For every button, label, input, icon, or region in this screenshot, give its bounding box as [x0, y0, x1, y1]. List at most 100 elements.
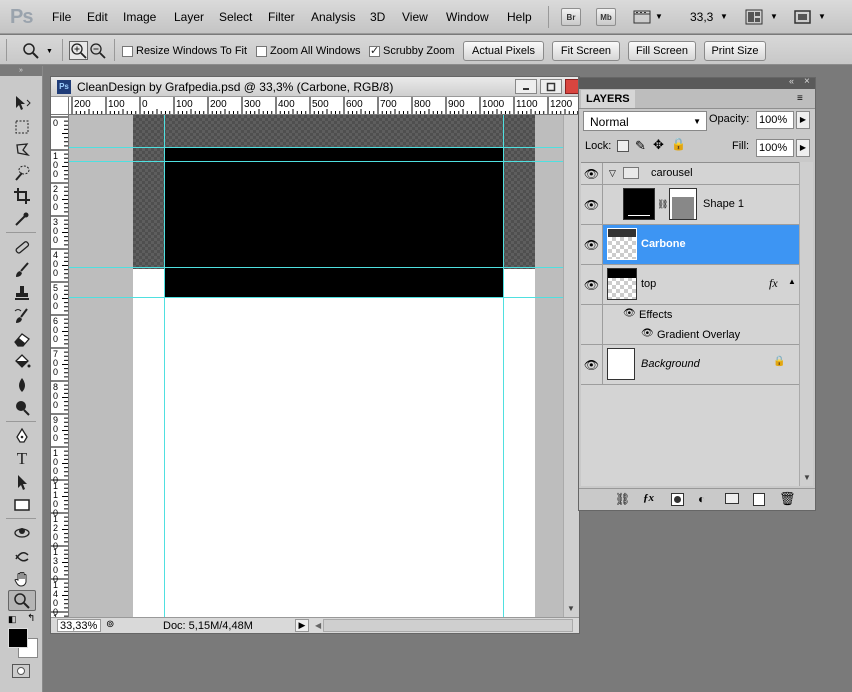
- add-mask-icon[interactable]: [671, 493, 684, 506]
- default-colors-icon[interactable]: ◧: [8, 614, 17, 625]
- layer-row-carousel[interactable]: 👁 ▽ carousel: [581, 163, 801, 185]
- horizontal-scrollbar[interactable]: [323, 619, 573, 632]
- adjustment-layer-icon[interactable]: ◐: [698, 492, 705, 506]
- menu-layer[interactable]: Layer: [174, 10, 204, 24]
- visibility-eye-icon[interactable]: 👁: [641, 328, 654, 339]
- zoom-tool-icon[interactable]: [8, 590, 36, 611]
- 3d-rotate-tool-icon[interactable]: [8, 522, 36, 543]
- marquee-tool-icon[interactable]: [8, 116, 36, 137]
- actual-pixels-button[interactable]: Actual Pixels: [463, 41, 544, 61]
- history-brush-tool-icon[interactable]: [8, 305, 36, 326]
- panel-header-strip[interactable]: « ×: [579, 76, 815, 89]
- fill-screen-button[interactable]: Fill Screen: [628, 41, 696, 61]
- layer-row-top[interactable]: 👁 top fx ▲: [581, 265, 801, 305]
- layer-row-background[interactable]: 👁 Background 🔒: [581, 345, 801, 385]
- checkbox-box[interactable]: [256, 45, 267, 57]
- canvas-area[interactable]: ▼: [69, 115, 579, 617]
- layer-row-shape-1[interactable]: 👁 ⛓ Shape 1: [581, 185, 801, 225]
- spot-healing-tool-icon[interactable]: [8, 236, 36, 257]
- new-group-icon[interactable]: [725, 493, 739, 504]
- horizontal-guide[interactable]: [69, 267, 579, 268]
- eyedropper-tool-icon[interactable]: [8, 208, 36, 229]
- menu-help[interactable]: Help: [507, 10, 532, 24]
- dodge-tool-icon[interactable]: [8, 397, 36, 418]
- document-title-bar[interactable]: Ps CleanDesign by Grafpedia.psd @ 33,3% …: [51, 77, 579, 97]
- maximize-button[interactable]: [540, 79, 562, 94]
- chevron-down-icon[interactable]: ▼: [46, 48, 53, 55]
- chevron-down-icon[interactable]: ▼: [770, 12, 778, 21]
- visibility-eye-icon[interactable]: 👁: [581, 225, 603, 264]
- paint-bucket-tool-icon[interactable]: [8, 351, 36, 372]
- scroll-down-icon[interactable]: ▼: [803, 473, 811, 482]
- minibridge-button[interactable]: Mb: [596, 8, 616, 26]
- menu-view[interactable]: View: [402, 10, 428, 24]
- menu-analysis[interactable]: Analysis: [311, 10, 356, 24]
- lock-image-icon[interactable]: ✎: [635, 138, 646, 154]
- effects-toggle-icon[interactable]: ▲: [788, 277, 796, 286]
- zoom-out-icon[interactable]: [89, 42, 107, 60]
- menu-window[interactable]: Window: [446, 10, 489, 24]
- vertical-ruler[interactable]: 0100200300400500600700800900100011001200…: [51, 115, 69, 617]
- hand-tool-icon[interactable]: [8, 568, 36, 589]
- link-icon[interactable]: ⛓: [657, 199, 668, 210]
- vertical-guide[interactable]: [164, 115, 165, 617]
- visibility-eye-icon[interactable]: 👁: [581, 265, 603, 304]
- tools-collapse-icon[interactable]: »: [0, 66, 42, 76]
- visibility-eye-icon[interactable]: 👁: [581, 345, 603, 384]
- menu-3d[interactable]: 3D: [370, 10, 385, 24]
- layer-row-gradient-overlay[interactable]: 👁 Gradient Overlay: [581, 325, 801, 345]
- visibility-eye-icon[interactable]: 👁: [581, 185, 603, 224]
- foreground-color-swatch[interactable]: [8, 628, 28, 648]
- menu-edit[interactable]: Edit: [87, 10, 108, 24]
- close-button[interactable]: [565, 79, 579, 94]
- layer-effects-fx-icon[interactable]: fx: [769, 276, 778, 291]
- bridge-button[interactable]: Br: [561, 8, 581, 26]
- visibility-eye-icon[interactable]: 👁: [623, 308, 636, 319]
- chevron-down-icon[interactable]: ▼: [655, 12, 663, 21]
- layers-tab[interactable]: LAYERS: [581, 90, 635, 108]
- print-size-button[interactable]: Print Size: [704, 41, 766, 61]
- lock-position-icon[interactable]: ✥: [653, 137, 664, 153]
- scrubby-zoom-checkbox[interactable]: Scrubby Zoom: [369, 43, 455, 59]
- group-expand-icon[interactable]: ▽: [609, 168, 616, 179]
- ruler-origin[interactable]: [51, 97, 69, 115]
- layers-scrollbar[interactable]: ▼: [799, 162, 813, 486]
- scroll-left-icon[interactable]: ◀: [315, 621, 321, 630]
- horizontal-ruler[interactable]: 200 100 0 100 200 300 400 500 600 700 800 900 1000 11…: [69, 97, 579, 115]
- path-selection-tool-icon[interactable]: [8, 471, 36, 492]
- menu-image[interactable]: Image: [123, 10, 156, 24]
- panel-collapse-icon[interactable]: «: [789, 76, 794, 86]
- delete-layer-icon[interactable]: 🗑: [779, 491, 796, 507]
- move-tool-icon[interactable]: [8, 92, 36, 113]
- add-layer-style-icon[interactable]: ƒx: [643, 492, 654, 504]
- vertical-guide[interactable]: [503, 115, 504, 617]
- zoom-tool-icon[interactable]: [22, 42, 40, 60]
- horizontal-guide[interactable]: [69, 161, 579, 162]
- clone-stamp-tool-icon[interactable]: [8, 282, 36, 303]
- zoom-in-icon[interactable]: [69, 41, 88, 60]
- new-layer-icon[interactable]: [753, 493, 765, 506]
- vertical-scrollbar[interactable]: ▼: [563, 115, 579, 617]
- layer-row-effects[interactable]: 👁 Effects: [581, 305, 801, 325]
- chevron-down-icon[interactable]: ▼: [818, 12, 826, 21]
- checkbox-box[interactable]: [122, 45, 133, 57]
- blur-tool-icon[interactable]: [8, 374, 36, 395]
- chevron-down-icon[interactable]: ▼: [693, 117, 701, 126]
- quick-selection-tool-icon[interactable]: [8, 162, 36, 183]
- lock-all-icon[interactable]: 🔒: [671, 137, 686, 151]
- view-extras-icon[interactable]: [633, 9, 653, 25]
- link-layers-icon[interactable]: ⛓: [615, 492, 630, 506]
- status-menu-arrow-icon[interactable]: ▶: [295, 619, 309, 632]
- panel-close-icon[interactable]: ×: [804, 76, 810, 87]
- scroll-down-icon[interactable]: ▼: [567, 604, 575, 613]
- chevron-down-icon[interactable]: ▼: [720, 12, 728, 21]
- brush-tool-icon[interactable]: [8, 259, 36, 280]
- menu-file[interactable]: File: [52, 10, 71, 24]
- checkbox-box-checked[interactable]: [369, 44, 380, 57]
- crop-tool-icon[interactable]: [8, 185, 36, 206]
- quick-mask-icon[interactable]: [12, 664, 30, 678]
- eraser-tool-icon[interactable]: [8, 328, 36, 349]
- type-tool-icon[interactable]: T: [8, 448, 36, 469]
- visibility-eye-icon[interactable]: 👁: [581, 163, 603, 184]
- fill-slider-arrow-icon[interactable]: ▶: [796, 139, 810, 157]
